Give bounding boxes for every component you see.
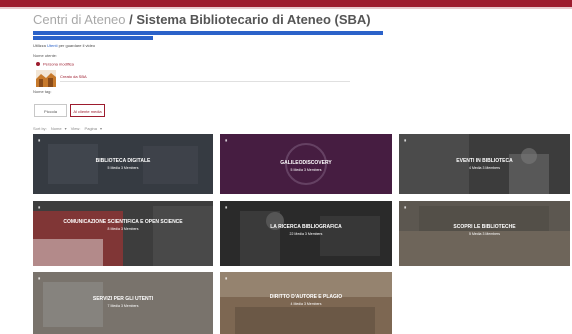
- info-button[interactable]: Piccola: [34, 104, 67, 117]
- sort-label: Sort by:: [33, 126, 48, 131]
- channel-tile[interactable]: ⏸ DIRITTO D'AUTORE E PLAGIO 4 Media 3 Me…: [220, 272, 392, 334]
- pin-icon: ⏸: [225, 205, 229, 211]
- tile-stats: 4 Media 3 Members: [290, 302, 322, 306]
- tile-stats: 8 Media 3 Members: [107, 227, 139, 231]
- tile-title[interactable]: BIBLIOTECA DIGITALE: [37, 158, 209, 164]
- pin-icon: ⏸: [38, 276, 42, 282]
- view-dropdown[interactable]: Pagina: [85, 126, 97, 131]
- tile-title[interactable]: SCOPRI LE BIBLIOTECHE: [403, 224, 566, 230]
- view-chevron-down-icon[interactable]: ▾: [100, 126, 102, 131]
- channel-tile[interactable]: ⏸ SCOPRI LE BIBLIOTECHE 5 Media 3 Member…: [399, 201, 570, 266]
- tile-stats: 4 Media 3 Members: [469, 166, 500, 170]
- owner-bullet-icon: [36, 61, 40, 66]
- channel-tile[interactable]: ⏸ COMUNICAZIONE SCIENTIFICA E OPEN SCIEN…: [33, 201, 213, 266]
- divider: [60, 81, 350, 82]
- breadcrumb-link[interactable]: Centri di Ateneo: [33, 12, 126, 27]
- owner-text: Persona modifica: [43, 61, 74, 67]
- tile-title[interactable]: SERVIZI PER GLI UTENTI: [37, 296, 209, 302]
- tile-stats: 7 Media 3 Members: [107, 304, 139, 308]
- top-accent-line: [0, 7, 572, 9]
- tile-stats: 5 Media 3 Members: [290, 168, 322, 172]
- creator-avatar: [36, 70, 56, 87]
- tile-stats: 5 Media 3 Members: [469, 232, 500, 236]
- tile-title[interactable]: EVENTI IN BIBLIOTECA: [403, 158, 566, 164]
- pin-icon: ⏸: [404, 205, 408, 211]
- tile-thumbnail: [33, 201, 213, 266]
- pin-icon: ⏸: [225, 276, 229, 282]
- category-title: Sistema Bibliotecario di Ateneo (SBA): [136, 12, 371, 27]
- pin-icon: ⏸: [404, 138, 408, 144]
- tile-title[interactable]: DIRITTO D'AUTORE E PLAGIO: [224, 294, 388, 300]
- tile-title[interactable]: GALILEODISCOVERY: [224, 160, 388, 166]
- pin-icon: ⏸: [38, 138, 42, 144]
- channel-tile[interactable]: ⏸ BIBLIOTECA DIGITALE 5 Media 3 Members: [33, 134, 213, 194]
- owner-item[interactable]: Persona modifica: [36, 61, 74, 67]
- tile-title[interactable]: COMUNICAZIONE SCIENTIFICA E OPEN SCIENCE: [37, 219, 209, 225]
- page-title: Centri di Ateneo / Sistema Bibliotecario…: [33, 12, 371, 27]
- sort-dropdown[interactable]: Nome: [51, 126, 62, 131]
- view-label: View:: [70, 126, 82, 131]
- description-text: Utilizza Utenti per guardare il video: [33, 43, 96, 48]
- tile-title[interactable]: LA RICERCA BIBLIOGRAFICA: [224, 224, 388, 230]
- creator-name[interactable]: Creato da SBA: [60, 74, 87, 79]
- channel-tile[interactable]: ⏸ GALILEODISCOVERY 5 Media 3 Members: [220, 134, 392, 194]
- owner-section-label: Nome utente:: [33, 53, 58, 58]
- all-media-button[interactable]: Al cliente media: [70, 104, 105, 117]
- channel-tile[interactable]: ⏸ LA RICERCA BIBLIOGRAFICA 22 Media 3 Me…: [220, 201, 392, 266]
- tile-stats: 22 Media 3 Members: [289, 232, 323, 236]
- sort-chevron-down-icon[interactable]: ▾: [65, 126, 67, 131]
- selected-description-text[interactable]: [33, 29, 383, 41]
- sort-view-bar: Sort by: Nome ▾ View: Pagina ▾: [33, 126, 105, 131]
- tile-stats: 5 Media 3 Members: [107, 166, 139, 170]
- tags-label: Nome tag:: [33, 89, 52, 94]
- channel-tile[interactable]: ⏸ SERVIZI PER GLI UTENTI 7 Media 3 Membe…: [33, 272, 213, 334]
- breadcrumb-separator: /: [125, 12, 137, 27]
- pin-icon: ⏸: [38, 205, 42, 211]
- description-link[interactable]: Utenti: [47, 43, 57, 48]
- channel-tile[interactable]: ⏸ EVENTI IN BIBLIOTECA 4 Media 3 Members: [399, 134, 570, 194]
- top-accent-bar: [0, 0, 572, 7]
- pin-icon: ⏸: [225, 138, 229, 144]
